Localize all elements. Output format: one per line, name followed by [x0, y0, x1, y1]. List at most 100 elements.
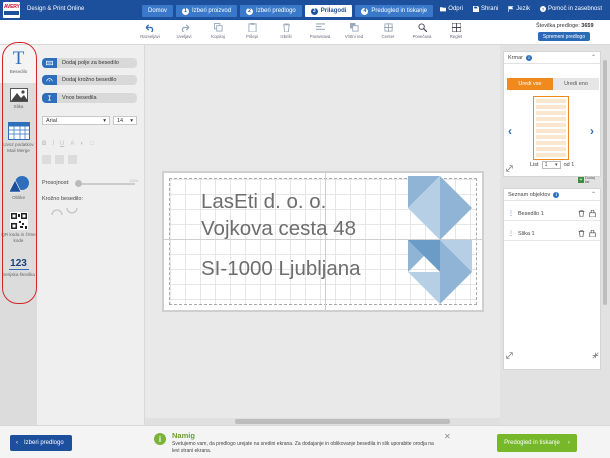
circular-text-toggle-icons[interactable] [51, 205, 81, 217]
font-size-select[interactable]: 14 ▾ [113, 116, 137, 125]
step-choose-template[interactable]: 2 Izberi predlogo [240, 5, 302, 17]
grid-button[interactable]: Reglet [439, 23, 473, 39]
triangle-pattern-image[interactable] [408, 176, 474, 308]
step-number: 4 [361, 7, 369, 15]
align-right-icon[interactable] [68, 155, 77, 164]
add-circular-text-button[interactable]: T Dodaj krožno besedilo [42, 75, 137, 85]
step-choose-product[interactable]: 1 Izberi proizvod [176, 5, 238, 17]
step-home[interactable]: Domov [142, 5, 174, 17]
rail-shapes[interactable]: Oblike [0, 173, 37, 207]
text-color-icon[interactable]: A [70, 141, 74, 147]
button-label: Dodaj polje za besedilo [62, 60, 119, 66]
label-text-line[interactable]: SI-1000 Ljubljana [201, 257, 361, 281]
logo-text: AVERY [4, 4, 20, 10]
slider-handle[interactable] [75, 180, 82, 187]
step-customize[interactable]: 3 Prilagodi [304, 5, 353, 17]
back-label: Izberi predlogo [24, 440, 64, 446]
save-link[interactable]: Shrani [472, 6, 498, 12]
canvas-horizontal-scrollbar[interactable] [145, 418, 500, 425]
object-row[interactable]: ⋮ Besedilo 1 [504, 207, 600, 221]
rail-serial-number[interactable]: 123 Serijska številka [0, 255, 37, 295]
close-icon[interactable]: ✕ [444, 432, 451, 441]
font-value: Arial [46, 117, 58, 124]
lock-icon[interactable] [589, 210, 596, 217]
open-label: Odpri [448, 6, 463, 12]
transparency-slider[interactable] [75, 180, 135, 187]
rail-image[interactable]: Slika [0, 85, 37, 117]
expand-icon[interactable] [506, 165, 513, 172]
trash-icon[interactable] [578, 230, 585, 237]
zoom-button[interactable]: Povečava [405, 23, 439, 39]
step-preview-print[interactable]: 4 Predogled in tiskanje [355, 5, 434, 17]
bold-icon[interactable]: B [42, 141, 46, 147]
chevron-up-icon[interactable]: ⌃ [591, 191, 596, 198]
help-label: Pomoč in zasebnost [547, 6, 602, 12]
font-select[interactable]: Arial ▾ [42, 116, 110, 125]
rail-qr-barcode[interactable]: QR koda in črtne kode [0, 210, 37, 250]
info-icon[interactable]: i [553, 191, 560, 198]
rail-text[interactable]: T Besedilo [0, 45, 37, 83]
change-template-button[interactable]: Spremeni predlogo [538, 32, 590, 41]
center-icon [383, 23, 393, 32]
label-text-line[interactable]: LasEti d. o. o. [201, 190, 326, 214]
rail-mail-merge[interactable]: Uvoz podatkov Mail Merge [0, 120, 37, 170]
underline-icon[interactable]: U [60, 141, 64, 147]
delete-button[interactable]: Izbriši [269, 23, 303, 39]
undo-button[interactable]: Razveljavi [133, 23, 167, 39]
chevron-up-icon[interactable]: ⌃ [591, 54, 596, 61]
preview-print-button[interactable]: Predogled in tiskanje › [497, 434, 577, 452]
back-to-template-button[interactable]: ‹ Izberi predlogo [10, 435, 72, 451]
language-link[interactable]: Jezik [508, 6, 530, 12]
right-panel-scrollbar[interactable] [602, 50, 608, 310]
collapse-icon[interactable] [592, 352, 599, 359]
open-link[interactable]: Odpri [440, 6, 463, 12]
step-label: Izberi proizvod [192, 8, 232, 14]
tab-edit-all[interactable]: Uredi vse [507, 78, 553, 90]
redo-button[interactable]: Uveljavi [167, 23, 201, 39]
avery-logo[interactable]: AVERY [3, 2, 20, 18]
chevron-left-icon[interactable]: ‹ [508, 124, 512, 138]
rail-label: Uvoz podatkov Mail Merge [3, 142, 34, 153]
text-icon: T [12, 48, 25, 69]
lock-icon[interactable] [589, 230, 596, 237]
trash-icon[interactable] [578, 210, 585, 217]
drag-handle-icon[interactable]: ⋮ [508, 230, 514, 237]
help-link[interactable]: ? Pomoč in zasebnost [539, 6, 602, 12]
chevron-right-icon[interactable]: › [590, 124, 594, 138]
copy-button[interactable]: Kopiraj [201, 23, 235, 39]
scrollbar-thumb[interactable] [603, 60, 607, 305]
fill-color-icon[interactable]: ◐ [80, 141, 84, 147]
info-icon[interactable]: i [525, 54, 532, 61]
undo-icon [145, 24, 153, 32]
edit-mode-tabs: Uredi vse Uredi eno [507, 78, 599, 90]
align-left-icon[interactable] [42, 155, 51, 164]
label-canvas[interactable]: LasEti d. o. o. Vojkova cesta 48 SI-1000… [162, 171, 484, 312]
copy-icon [213, 23, 223, 32]
shadow-icon[interactable]: □ [90, 141, 94, 147]
tab-edit-one[interactable]: Uredi eno [553, 78, 599, 90]
enter-text-button[interactable]: Vnos besedila [42, 93, 137, 103]
sheet-select[interactable]: 1 ▾ [541, 161, 561, 169]
order-button[interactable]: Vrstni red [337, 23, 371, 39]
paste-button[interactable]: Prilepi [235, 23, 269, 39]
add-text-field-button[interactable]: Dodaj polje za besedilo [42, 58, 137, 68]
italic-icon[interactable]: I [52, 141, 54, 147]
rail-label: Serijska številka [2, 272, 35, 277]
object-name: Slika 1 [518, 230, 535, 237]
template-number-label: Številka predloge: [536, 23, 580, 29]
object-row[interactable]: ⋮ Slika 1 [504, 227, 600, 241]
scrollbar-thumb[interactable] [235, 419, 450, 424]
drag-handle-icon[interactable]: ⋮ [508, 210, 514, 217]
center-button[interactable]: Center [371, 23, 405, 39]
add-sheet-button[interactable]: + Dodaj list [578, 176, 600, 184]
sheet-thumbnail[interactable] [533, 96, 569, 160]
align-button[interactable]: Poravnava [303, 23, 337, 39]
navigator-header[interactable]: Krmar i ⌃ [504, 52, 600, 64]
object-list-header[interactable]: Seznam objektov i ⌃ [504, 189, 600, 201]
label-text-line[interactable]: Vojkova cesta 48 [201, 217, 356, 241]
format-icons: B I U A ◐ □ [42, 141, 94, 147]
expand-icon[interactable] [506, 352, 513, 359]
navigator-title: Krmar [508, 54, 523, 61]
serial-number-icon: 123 [8, 258, 29, 270]
align-center-icon[interactable] [55, 155, 64, 164]
